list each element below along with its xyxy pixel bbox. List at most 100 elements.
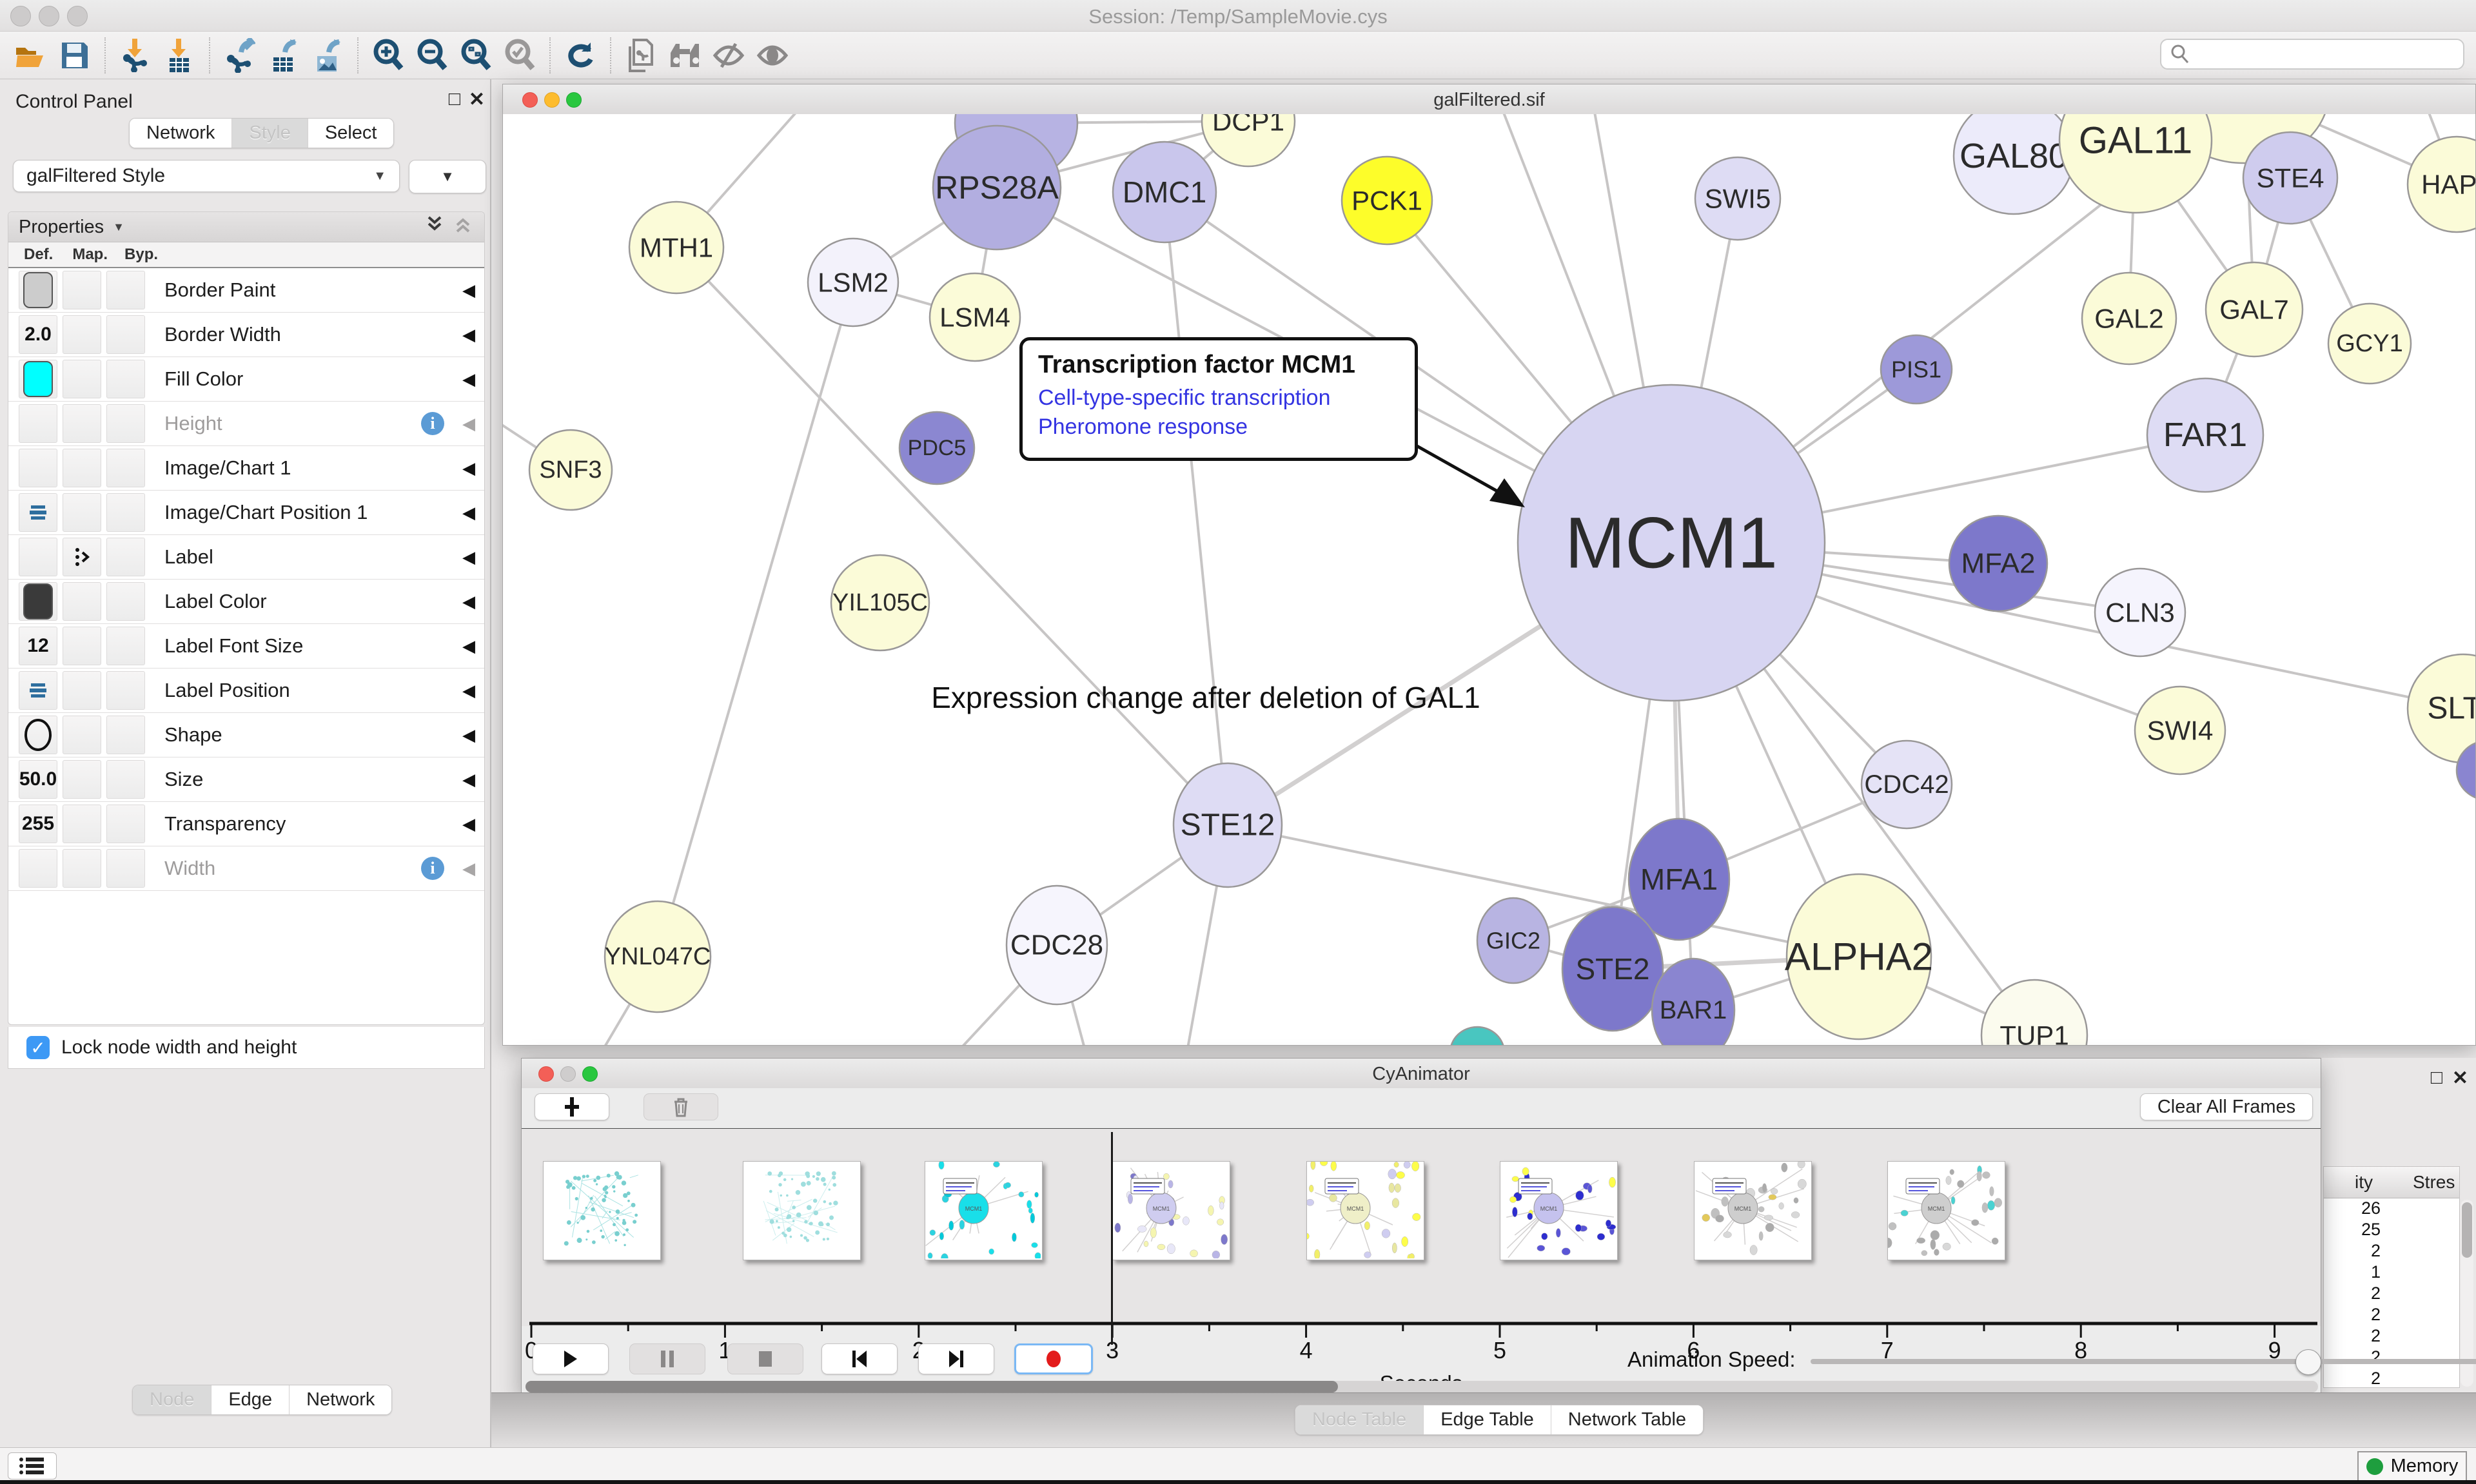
- export-table-icon[interactable]: [267, 39, 300, 72]
- save-session-icon[interactable]: [58, 39, 92, 72]
- property-row[interactable]: Shape◀: [8, 713, 484, 757]
- default-value-cell[interactable]: [19, 716, 57, 754]
- table-row[interactable]: 2: [2324, 1305, 2459, 1326]
- table-row[interactable]: 2: [2324, 1241, 2459, 1262]
- export-network-icon[interactable]: [223, 39, 257, 72]
- table-scrollbar-thumb[interactable]: [2462, 1202, 2472, 1258]
- column-header[interactable]: Stres: [2413, 1172, 2455, 1193]
- annotation-link[interactable]: Cell-type-specific transcription: [1038, 386, 1399, 411]
- bypass-value-cell[interactable]: [106, 805, 145, 843]
- frame-thumbnail[interactable]: MCM1: [925, 1161, 1043, 1260]
- expand-property-icon[interactable]: ◀: [462, 725, 475, 745]
- property-row[interactable]: 2.0Border Width◀: [8, 313, 484, 357]
- bypass-value-cell[interactable]: [106, 271, 145, 309]
- annotation-link[interactable]: Pheromone response: [1038, 415, 1399, 440]
- cyanimator-titlebar[interactable]: CyAnimator: [522, 1059, 2321, 1089]
- export-image-icon[interactable]: [311, 39, 344, 72]
- node-table[interactable]: ity Stres 26252122222: [2323, 1166, 2460, 1388]
- column-header[interactable]: ity: [2324, 1172, 2373, 1193]
- table-row[interactable]: 25: [2324, 1220, 2459, 1241]
- info-icon[interactable]: i: [421, 857, 444, 880]
- default-value-cell[interactable]: 12: [19, 627, 57, 665]
- expand-property-icon[interactable]: ◀: [462, 770, 475, 790]
- table-row[interactable]: 2: [2324, 1369, 2459, 1390]
- expand-property-icon[interactable]: ◀: [462, 814, 475, 834]
- close-panel-icon[interactable]: ✕: [469, 88, 485, 111]
- bypass-value-cell[interactable]: [106, 849, 145, 888]
- default-value-cell[interactable]: [19, 849, 57, 888]
- expand-property-icon[interactable]: ◀: [462, 592, 475, 612]
- expand-property-icon[interactable]: ◀: [462, 325, 475, 345]
- stop-button[interactable]: [727, 1343, 803, 1374]
- expand-property-icon[interactable]: ◀: [462, 369, 475, 389]
- frame-thumbnail[interactable]: MCM1: [1500, 1161, 1618, 1260]
- task-history-button[interactable]: [8, 1452, 57, 1479]
- cyanimator-scrollbar[interactable]: [526, 1381, 2318, 1392]
- tab-select[interactable]: Select: [308, 119, 394, 148]
- expand-property-icon[interactable]: ◀: [462, 859, 475, 879]
- property-row[interactable]: Border Paint◀: [8, 268, 484, 313]
- frame-thumbnail[interactable]: [543, 1161, 661, 1260]
- previous-frame-button[interactable]: [821, 1343, 898, 1374]
- tab-edge-style[interactable]: Edge: [211, 1385, 290, 1414]
- default-value-cell[interactable]: 50.0: [19, 760, 57, 799]
- expand-all-icon[interactable]: [424, 213, 446, 240]
- mapping-value-cell[interactable]: [63, 582, 101, 621]
- open-session-icon[interactable]: [14, 39, 48, 72]
- delete-frame-button[interactable]: [644, 1093, 718, 1120]
- default-value-cell[interactable]: 2.0: [19, 315, 57, 354]
- animation-speed-handle[interactable]: [2295, 1349, 2321, 1375]
- mapping-value-cell[interactable]: [63, 538, 101, 576]
- collapse-all-icon[interactable]: [452, 213, 474, 240]
- property-row[interactable]: 12Label Font Size◀: [8, 624, 484, 669]
- table-row[interactable]: 1: [2324, 1262, 2459, 1284]
- expand-property-icon[interactable]: ◀: [462, 280, 475, 300]
- bypass-value-cell[interactable]: [106, 360, 145, 398]
- float-panel-icon[interactable]: □: [2431, 1067, 2442, 1089]
- frame-thumbnail[interactable]: MCM1: [1887, 1161, 2005, 1260]
- expand-property-icon[interactable]: ◀: [462, 547, 475, 567]
- mapping-value-cell[interactable]: [63, 449, 101, 487]
- record-button[interactable]: [1014, 1343, 1093, 1374]
- bypass-value-cell[interactable]: [106, 671, 145, 710]
- duplicate-network-icon[interactable]: [624, 39, 658, 72]
- timeline-playhead[interactable]: [1111, 1132, 1113, 1345]
- memory-button[interactable]: Memory: [2357, 1451, 2467, 1481]
- network-node[interactable]: [1450, 1027, 1504, 1045]
- frame-thumbnail[interactable]: MCM1: [1306, 1161, 1424, 1260]
- mapping-value-cell[interactable]: [63, 849, 101, 888]
- default-value-cell[interactable]: [19, 271, 57, 309]
- default-value-cell[interactable]: [19, 360, 57, 398]
- property-row[interactable]: Heighti◀: [8, 402, 484, 446]
- close-panel-icon[interactable]: ✕: [2452, 1067, 2468, 1089]
- network-window-titlebar[interactable]: galFiltered.sif: [503, 84, 2475, 115]
- bypass-value-cell[interactable]: [106, 627, 145, 665]
- property-row[interactable]: 255Transparency◀: [8, 802, 484, 846]
- bypass-value-cell[interactable]: [106, 538, 145, 576]
- property-row[interactable]: Label Position◀: [8, 669, 484, 713]
- bypass-value-cell[interactable]: [106, 582, 145, 621]
- mapping-value-cell[interactable]: [63, 671, 101, 710]
- expand-property-icon[interactable]: ◀: [462, 458, 475, 478]
- table-row[interactable]: 26: [2324, 1198, 2459, 1220]
- play-button[interactable]: [533, 1343, 609, 1374]
- import-network-icon[interactable]: [119, 39, 152, 72]
- expand-property-icon[interactable]: ◀: [462, 681, 475, 701]
- tab-network-style[interactable]: Network: [290, 1385, 391, 1414]
- frame-thumbnail[interactable]: MCM1: [1694, 1161, 1812, 1260]
- mapping-value-cell[interactable]: [63, 760, 101, 799]
- frame-thumbnail[interactable]: [743, 1161, 861, 1260]
- mapping-value-cell[interactable]: [63, 360, 101, 398]
- tab-node-style[interactable]: Node: [133, 1385, 211, 1414]
- zoom-selected-icon[interactable]: [503, 39, 536, 72]
- zoom-in-icon[interactable]: [371, 39, 405, 72]
- next-frame-button[interactable]: [918, 1343, 994, 1374]
- pause-button[interactable]: [629, 1343, 705, 1374]
- refresh-icon[interactable]: [564, 39, 597, 72]
- property-row[interactable]: Label Color◀: [8, 580, 484, 624]
- property-row[interactable]: Label◀: [8, 535, 484, 580]
- network-annotation[interactable]: Transcription factor MCM1 Cell-type-spec…: [1019, 337, 1418, 461]
- style-options-button[interactable]: ▼: [409, 160, 486, 193]
- table-row[interactable]: 2: [2324, 1326, 2459, 1347]
- bypass-value-cell[interactable]: [106, 716, 145, 754]
